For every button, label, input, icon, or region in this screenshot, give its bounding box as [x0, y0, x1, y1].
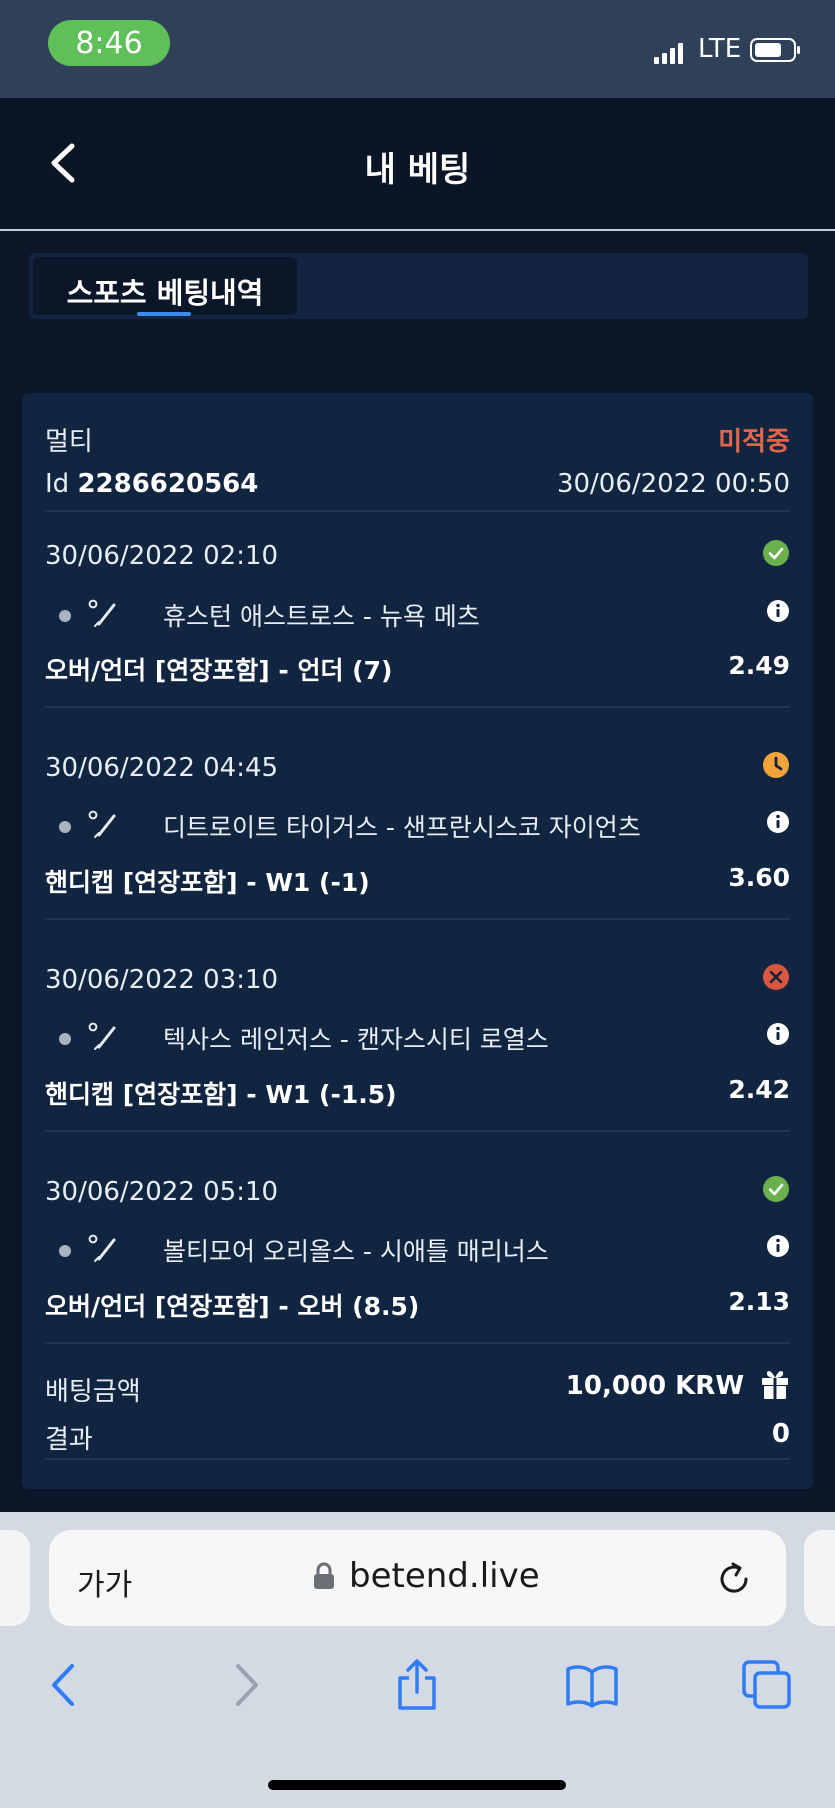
bet-header: 멀티 미적중 [45, 421, 790, 458]
bullet-dot [59, 1033, 71, 1045]
selection-datetime-row: 30/06/2022 05:10 [45, 1176, 790, 1207]
bookmarks-icon[interactable] [565, 1658, 619, 1712]
url-text[interactable]: betend.live [349, 1556, 540, 1596]
adjacent-tab-right[interactable] [804, 1530, 835, 1626]
selection-market-row: 오버/언더 [연장포함] - 언더 (7) 2.49 [45, 651, 790, 687]
cellular-signal-icon [654, 43, 683, 64]
network-type: LTE [698, 34, 742, 64]
result-row: 결과 0 [45, 1419, 790, 1456]
bet-status: 미적중 [718, 427, 790, 457]
info-icon[interactable] [766, 599, 790, 623]
selection-odds: 2.49 [728, 651, 790, 680]
bet-id-value: 2286620564 [77, 469, 259, 499]
text-size-button[interactable]: 가가 [77, 1560, 132, 1604]
result-label: 결과 [45, 1425, 93, 1455]
gift-icon [762, 1371, 788, 1399]
selection-datetime-row: 30/06/2022 04:45 [45, 752, 790, 783]
divider [45, 1458, 790, 1460]
reload-icon[interactable] [715, 1560, 753, 1598]
selection-datetime: 30/06/2022 02:10 [45, 541, 279, 571]
tab-sports-bet-history[interactable]: 스포츠 베팅내역 [33, 257, 297, 316]
lock-icon [314, 1562, 334, 1589]
selection-datetime: 30/06/2022 04:45 [45, 753, 279, 783]
share-icon[interactable] [390, 1658, 444, 1712]
tab-label: 스포츠 베팅내역 [66, 276, 264, 310]
event-name: 텍사스 레인저스 - 캔자스시티 로열스 [163, 1025, 549, 1054]
bet-id-label: Id [45, 469, 70, 499]
tabs-icon[interactable] [740, 1658, 794, 1712]
baseball-bat-icon [88, 810, 116, 838]
tab-bar: 스포츠 베팅내역 [29, 253, 808, 319]
battery-icon [750, 38, 800, 62]
bet-placed-date: 30/06/2022 00:50 [556, 469, 790, 499]
stake-row: 배팅금액 10,000 KRW [45, 1371, 790, 1408]
selection-market-row: 핸디캡 [연장포함] - W1 (-1) 3.60 [45, 863, 790, 899]
home-indicator [268, 1780, 566, 1790]
status-bar: 8:46 LTE [0, 0, 835, 98]
market-name: 오버/언더 [연장포함] - 언더 (7) [45, 656, 393, 685]
market-name: 오버/언더 [연장포함] - 오버 (8.5) [45, 1292, 420, 1321]
back-arrow-icon[interactable] [38, 1658, 92, 1712]
selection-market-row: 오버/언더 [연장포함] - 오버 (8.5) 2.13 [45, 1287, 790, 1323]
selection-datetime-row: 30/06/2022 02:10 [45, 540, 790, 571]
adjacent-tab-left[interactable] [0, 1530, 30, 1626]
market-name: 핸디캡 [연장포함] - W1 (-1) [45, 868, 370, 897]
baseball-bat-icon [88, 1022, 116, 1050]
stake-label: 배팅금액 [45, 1377, 141, 1407]
check-circle-icon [763, 1176, 789, 1202]
divider [45, 510, 790, 512]
page-title: 내 베팅 [364, 150, 471, 190]
check-circle-icon [763, 540, 789, 566]
selection-datetime: 30/06/2022 03:10 [45, 965, 279, 995]
browser-chrome: 가가 betend.live [0, 1512, 835, 1808]
info-icon[interactable] [766, 810, 790, 834]
selection-datetime-row: 30/06/2022 03:10 [45, 964, 790, 995]
cross-circle-icon [763, 964, 789, 990]
forward-arrow-icon[interactable] [218, 1658, 272, 1712]
selection-odds: 2.42 [728, 1075, 790, 1104]
address-bar[interactable]: 가가 betend.live [49, 1530, 786, 1626]
divider [45, 918, 790, 920]
bet-card: 멀티 미적중 Id 2286620564 30/06/2022 00:50 30… [22, 393, 813, 1489]
baseball-bat-icon [88, 1234, 116, 1262]
divider [45, 1342, 790, 1344]
status-time: 8:46 [48, 20, 170, 66]
bullet-dot [59, 1245, 71, 1257]
nav-header: 내 베팅 [0, 98, 835, 231]
bet-id-row: Id 2286620564 30/06/2022 00:50 [45, 469, 790, 499]
baseball-bat-icon [88, 599, 116, 627]
info-icon[interactable] [766, 1234, 790, 1258]
tab-active-indicator [137, 312, 191, 316]
info-icon[interactable] [766, 1022, 790, 1046]
divider [45, 706, 790, 708]
divider [45, 1130, 790, 1132]
event-name: 볼티모어 오리올스 - 시애틀 매리너스 [163, 1237, 549, 1266]
bullet-dot [59, 821, 71, 833]
bet-type: 멀티 [45, 427, 93, 457]
selection-odds: 3.60 [728, 863, 790, 892]
market-name: 핸디캡 [연장포함] - W1 (-1.5) [45, 1080, 397, 1109]
selection-market-row: 핸디캡 [연장포함] - W1 (-1.5) 2.42 [45, 1075, 790, 1111]
event-name: 디트로이트 타이거스 - 샌프란시스코 자이언츠 [163, 813, 641, 842]
stake-value: 10,000 KRW [565, 1371, 744, 1401]
result-value: 0 [771, 1419, 790, 1449]
selection-datetime: 30/06/2022 05:10 [45, 1177, 279, 1207]
clock-icon [763, 752, 789, 778]
selection-odds: 2.13 [728, 1287, 790, 1316]
event-name: 휴스턴 애스트로스 - 뉴욕 메츠 [163, 602, 480, 631]
bullet-dot [59, 610, 71, 622]
